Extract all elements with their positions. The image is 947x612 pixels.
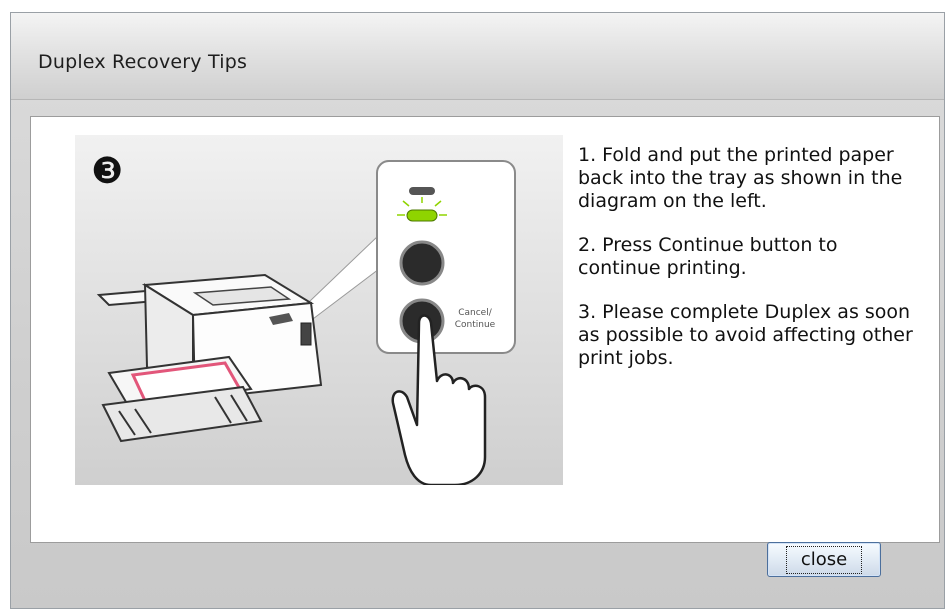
printer-diagram: ❸ Cancel/ Continue <box>91 151 516 487</box>
content-panel: ❸ Cancel/ Continue 1. Fold and put the p… <box>30 116 940 543</box>
status-indicator <box>409 187 435 195</box>
power-button-illustration <box>399 240 445 286</box>
printer-illustration: ❸ Cancel/ Continue <box>75 135 563 487</box>
printer-icon <box>96 273 323 443</box>
title-bar: Duplex Recovery Tips <box>11 13 944 100</box>
instruction-step-2: 2. Press Continue button to continue pri… <box>578 234 838 279</box>
dialog-title: Duplex Recovery Tips <box>38 51 248 73</box>
control-panel-closeup: Cancel/ Continue <box>376 160 516 354</box>
step-number: ❸ <box>91 151 123 192</box>
instruction-step-3: 3. Please complete Duplex as soon as pos… <box>578 301 913 369</box>
button-label-continue: Continue <box>455 320 496 330</box>
instructions-list: 1. Fold and put the printed paper back i… <box>578 144 923 391</box>
button-label-cancel: Cancel/ <box>458 308 492 318</box>
close-button[interactable]: close <box>767 542 881 577</box>
instruction-step-1: 1. Fold and put the printed paper back i… <box>578 144 903 212</box>
duplex-recovery-dialog: Duplex Recovery Tips ❸ Cancel/ Continue … <box>10 12 945 609</box>
close-button-label: close <box>785 545 863 574</box>
